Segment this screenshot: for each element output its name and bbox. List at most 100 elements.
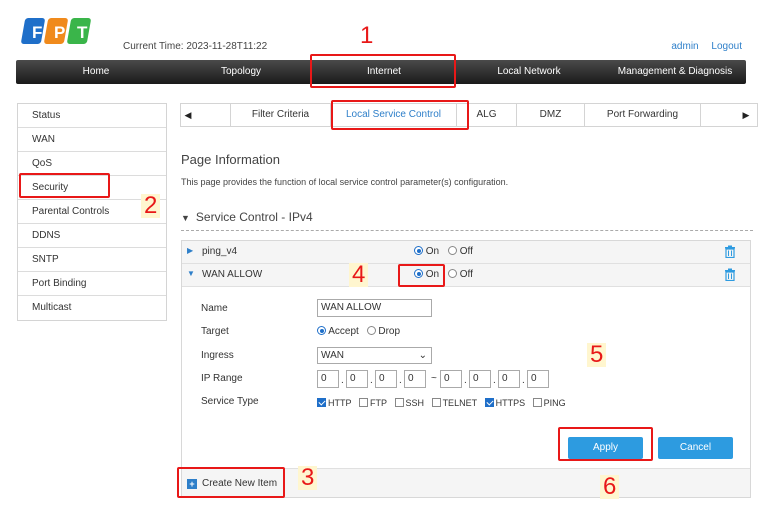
on-label: On xyxy=(425,246,440,257)
sidebar-item-ddns[interactable]: DDNS xyxy=(18,224,166,248)
annotation-number-1: 1 xyxy=(360,22,374,49)
rule-on-radio[interactable]: On xyxy=(414,246,439,257)
trash-icon[interactable] xyxy=(724,245,736,258)
nav-topology[interactable]: Topology xyxy=(176,60,306,84)
user-link[interactable]: admin xyxy=(671,41,698,52)
svg-text:T: T xyxy=(77,23,88,42)
annotation-number-3: 3 xyxy=(298,466,318,490)
ip-dot: . xyxy=(370,375,373,386)
highlight-wan-allow-on xyxy=(398,264,445,287)
trash-icon[interactable] xyxy=(724,268,736,281)
service-type-options: HTTP FTP SSH TELNET HTTPS PING xyxy=(317,398,571,408)
section-title[interactable]: ▼ Service Control - IPv4 xyxy=(181,210,313,224)
page-title: Page Information xyxy=(181,152,281,167)
ip-end-octet-1[interactable]: 0 xyxy=(440,370,462,388)
rule-toggle: On Off xyxy=(414,246,479,257)
ip-dot: . xyxy=(493,375,496,386)
current-time-value: 2023-11-28T11:22 xyxy=(186,41,268,52)
service-label: HTTPS xyxy=(495,398,526,408)
rule-row-ping-v4[interactable]: ▶ ping_v4 On Off xyxy=(182,241,750,264)
rule-off-radio[interactable]: Off xyxy=(447,246,473,257)
logout-link[interactable]: Logout xyxy=(711,41,742,52)
annotation-number-2: 2 xyxy=(141,194,161,218)
tab-port-forwarding[interactable]: Port Forwarding xyxy=(585,104,701,126)
name-input[interactable]: WAN ALLOW xyxy=(317,299,432,317)
svg-text:P: P xyxy=(54,23,65,42)
service-telnet-checkbox[interactable]: TELNET xyxy=(431,398,478,408)
target-drop-radio[interactable]: Drop xyxy=(366,326,401,337)
ip-dot: . xyxy=(522,375,525,386)
nav-home[interactable]: Home xyxy=(16,60,176,84)
ip-start-octet-3[interactable]: 0 xyxy=(375,370,397,388)
user-links: admin Logout xyxy=(661,41,742,52)
target-label: Target xyxy=(201,326,229,337)
ip-dot: . xyxy=(341,375,344,386)
ip-start-octet-2[interactable]: 0 xyxy=(346,370,368,388)
expand-triangle-icon[interactable]: ▶ xyxy=(187,246,193,255)
off-label: Off xyxy=(459,269,473,280)
service-label: HTTP xyxy=(328,398,352,408)
tab-hidden[interactable] xyxy=(195,104,231,126)
service-ssh-checkbox[interactable]: SSH xyxy=(394,398,425,408)
tab-scroll-right-icon[interactable]: ▶ xyxy=(737,104,755,126)
target-accept-radio[interactable]: Accept xyxy=(317,326,359,337)
section-divider xyxy=(181,230,753,231)
sidebar-item-port-binding[interactable]: Port Binding xyxy=(18,272,166,296)
sidebar-item-sntp[interactable]: SNTP xyxy=(18,248,166,272)
highlight-internet-nav xyxy=(310,54,456,88)
chevron-down-icon: ⌄ xyxy=(418,350,427,361)
service-label: PING xyxy=(543,398,566,408)
off-label: Off xyxy=(459,246,473,257)
annotation-number-5: 5 xyxy=(587,343,607,367)
ip-range-separator: ~ xyxy=(431,373,437,384)
nav-management-diagnosis[interactable]: Management & Diagnosis xyxy=(604,60,746,84)
checkbox-unchecked-icon xyxy=(394,398,404,407)
drop-label: Drop xyxy=(378,326,401,337)
service-label: TELNET xyxy=(442,398,478,408)
highlight-create-new-item xyxy=(177,467,285,498)
service-http-checkbox[interactable]: HTTP xyxy=(317,398,352,408)
ingress-value: WAN xyxy=(321,350,344,361)
ingress-select[interactable]: WAN ⌄ xyxy=(317,347,432,364)
rule-name: WAN ALLOW xyxy=(202,269,263,280)
service-https-checkbox[interactable]: HTTPS xyxy=(484,398,526,408)
sidebar-item-status[interactable]: Status xyxy=(18,104,166,128)
ip-dot: . xyxy=(464,375,467,386)
sidebar-item-multicast[interactable]: Multicast xyxy=(18,296,166,320)
ip-range-label: IP Range xyxy=(201,373,243,384)
annotation-number-4: 4 xyxy=(349,263,369,287)
service-ping-checkbox[interactable]: PING xyxy=(532,398,566,408)
fpt-logo-icon: F P T xyxy=(21,18,91,44)
ip-end-octet-3[interactable]: 0 xyxy=(498,370,520,388)
cancel-button[interactable]: Cancel xyxy=(658,437,733,459)
radio-on-icon xyxy=(414,246,423,255)
service-ftp-checkbox[interactable]: FTP xyxy=(359,398,387,408)
radio-off-icon xyxy=(447,246,457,255)
highlight-apply-button xyxy=(558,427,653,461)
rule-row-wan-allow[interactable]: ▼ WAN ALLOW On Off xyxy=(182,264,750,287)
rules-table: ▶ ping_v4 On Off ▼ WAN ALLOW On Off Name… xyxy=(181,240,751,498)
page-description: This page provides the function of local… xyxy=(181,177,509,187)
tab-scroll-left-icon[interactable]: ◀ xyxy=(181,104,195,126)
ip-dot: . xyxy=(399,375,402,386)
tab-dmz[interactable]: DMZ xyxy=(517,104,585,126)
tab-filter-criteria[interactable]: Filter Criteria xyxy=(231,104,331,126)
target-options: Accept Drop xyxy=(317,326,405,337)
service-label: SSH xyxy=(405,398,425,408)
sidebar-item-wan[interactable]: WAN xyxy=(18,128,166,152)
rule-off-radio[interactable]: Off xyxy=(447,269,473,280)
current-time: Current Time: 2023-11-28T11:22 xyxy=(123,41,267,52)
current-time-label: Current Time: xyxy=(123,41,184,52)
ip-end-octet-2[interactable]: 0 xyxy=(469,370,491,388)
service-type-label: Service Type xyxy=(201,396,259,407)
fpt-logo: F P T xyxy=(20,14,100,50)
svg-text:F: F xyxy=(32,23,42,42)
collapse-triangle-icon[interactable]: ▼ xyxy=(187,269,195,278)
highlight-local-service-control-tab xyxy=(331,100,469,130)
ip-start-octet-1[interactable]: 0 xyxy=(317,370,339,388)
annotation-number-6: 6 xyxy=(600,475,620,499)
ip-end-octet-4[interactable]: 0 xyxy=(527,370,549,388)
section-title-text: Service Control - IPv4 xyxy=(195,210,313,224)
ip-start-octet-4[interactable]: 0 xyxy=(404,370,426,388)
nav-local-network[interactable]: Local Network xyxy=(454,60,604,84)
